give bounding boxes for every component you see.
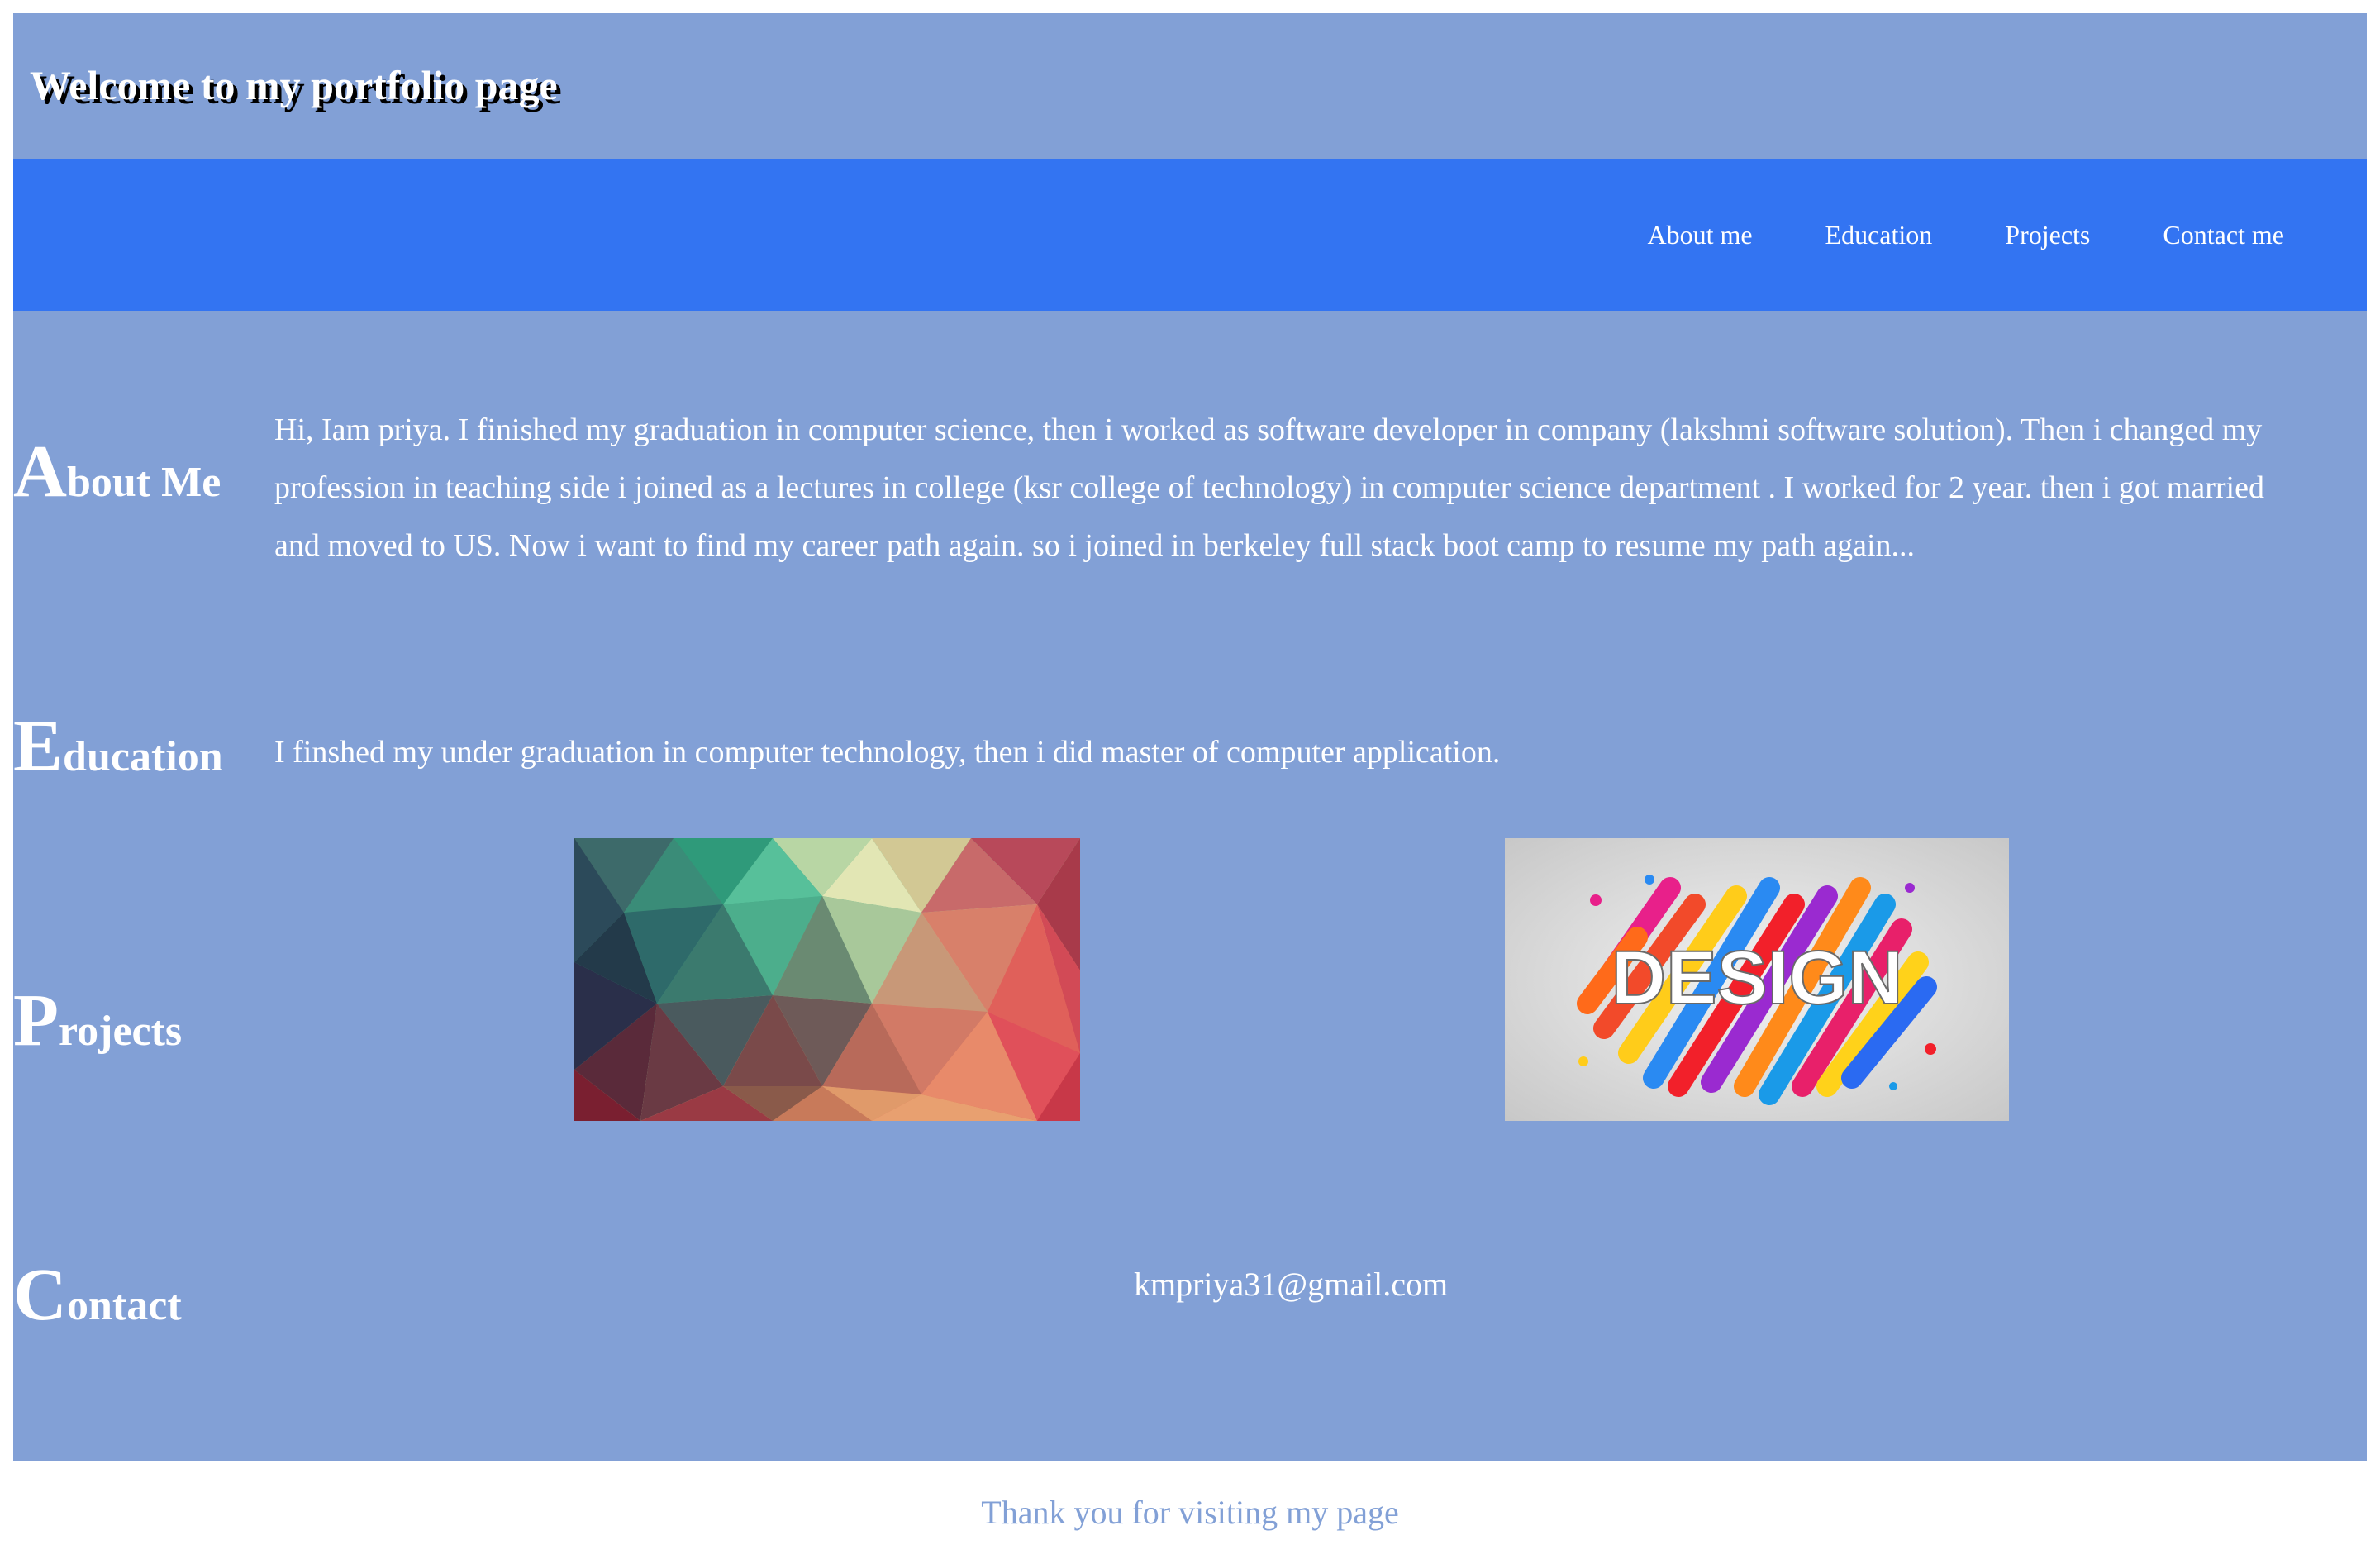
footer: Thank you for visiting my page bbox=[0, 1461, 2380, 1564]
contact-email[interactable]: kmpriya31@gmail.com bbox=[1134, 1265, 1448, 1304]
education-text: I finshed my under graduation in compute… bbox=[274, 735, 1501, 770]
project-image-design[interactable]: DESIGN bbox=[1505, 838, 2009, 1121]
about-text: Hi, Iam priya. I finished my graduation … bbox=[274, 412, 2264, 563]
education-heading-rest: ducation bbox=[63, 733, 223, 780]
project-image-abstract[interactable] bbox=[574, 838, 1080, 1121]
about-heading-initial: A bbox=[13, 431, 67, 513]
nav-link-education[interactable]: Education bbox=[1825, 220, 1933, 250]
nav-link-projects[interactable]: Projects bbox=[2005, 220, 2090, 250]
education-heading: Education bbox=[13, 709, 223, 784]
projects-heading-rest: rojects bbox=[58, 1008, 183, 1055]
design-banner-text: DESIGN bbox=[1611, 936, 1903, 1020]
nav-link-contact-me[interactable]: Contact me bbox=[2163, 220, 2284, 250]
about-heading-rest: bout Me bbox=[67, 459, 221, 506]
contact-heading-initial: C bbox=[13, 1254, 67, 1336]
projects-heading: Projects bbox=[13, 984, 182, 1058]
design-banner-image: DESIGN bbox=[1505, 838, 2009, 1121]
contact-heading: Contact bbox=[13, 1258, 182, 1333]
about-heading: About Me bbox=[13, 435, 221, 509]
projects-heading-initial: P bbox=[13, 980, 59, 1061]
nav-link-about-me[interactable]: About me bbox=[1647, 220, 1752, 250]
page-body: Welcome to my portfolio page About me Ed… bbox=[13, 13, 2367, 1461]
contact-heading-rest: ontact bbox=[67, 1282, 182, 1329]
site-header: Welcome to my portfolio page bbox=[13, 13, 2367, 159]
nav-links: About me Education Projects Contact me bbox=[1647, 159, 2284, 311]
abstract-polygon-image bbox=[574, 838, 1080, 1121]
education-heading-initial: E bbox=[13, 705, 64, 787]
footer-text: Thank you for visiting my page bbox=[981, 1494, 1399, 1531]
site-title: Welcome to my portfolio page bbox=[30, 62, 558, 108]
navbar: About me Education Projects Contact me bbox=[13, 159, 2367, 311]
